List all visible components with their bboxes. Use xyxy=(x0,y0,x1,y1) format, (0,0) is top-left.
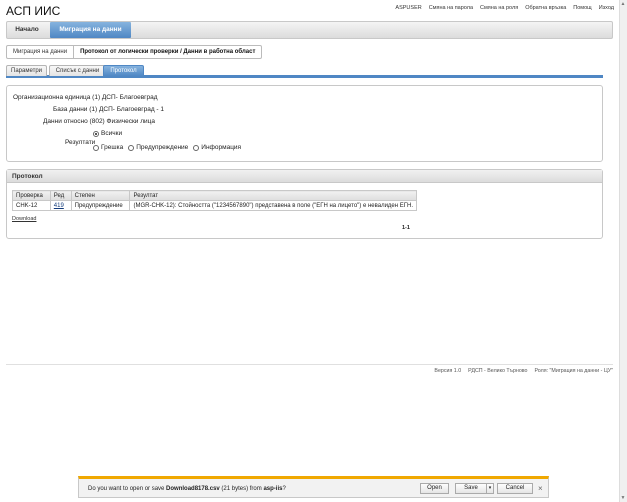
download-filename: Download8178.csv xyxy=(166,486,220,492)
protocol-panel: Протокол Проверка Ред Степен Резултат CH… xyxy=(6,169,603,239)
change-role-link[interactable]: Смяна на роля xyxy=(480,5,518,11)
radio-all-label: Всички xyxy=(101,130,123,137)
save-button[interactable]: Save xyxy=(455,483,487,494)
col-level[interactable]: Степен xyxy=(70,190,131,201)
col-row[interactable]: Ред xyxy=(49,190,72,201)
cell-check: CHK-12 xyxy=(12,200,51,211)
footer: Версия 1.0 РДСП - Велико Търново Роля: "… xyxy=(434,368,613,374)
cell-row-link[interactable]: 419 xyxy=(49,200,72,211)
tab-bar: Параметри Списък с данни Протокол xyxy=(6,65,603,78)
open-button[interactable]: Open xyxy=(420,483,449,494)
table-row: CHK-12 419 Предупреждение (MGR-CHK-12): … xyxy=(12,200,417,211)
col-check[interactable]: Проверка xyxy=(12,190,51,201)
radio-info[interactable]: Информация xyxy=(193,144,241,151)
protocol-title: Протокол xyxy=(7,170,602,183)
nav-home[interactable]: Начало xyxy=(7,22,47,38)
app-title: АСП ИИС xyxy=(6,4,61,18)
tab-protocol[interactable]: Протокол xyxy=(103,65,144,76)
user-link[interactable]: ASPUSER xyxy=(395,5,421,11)
table-header-row: Проверка Ред Степен Резултат xyxy=(12,190,417,201)
app-header: АСП ИИС ASPUSER Смяна на парола Смяна на… xyxy=(0,0,616,18)
top-links: ASPUSER Смяна на парола Смяна на роля Об… xyxy=(395,5,614,11)
close-icon[interactable]: × xyxy=(538,485,543,493)
breadcrumb: Миграция на данни Протокол от логически … xyxy=(6,45,263,59)
radio-warning[interactable]: Предупреждение xyxy=(128,144,188,151)
result-filter-label: Резултати xyxy=(65,139,96,146)
radio-all[interactable]: Всички xyxy=(93,130,122,137)
help-link[interactable]: Помощ xyxy=(573,5,591,11)
main-nav: Начало Миграция на данни xyxy=(6,21,613,39)
download-message-suffix: ? xyxy=(282,486,286,492)
breadcrumb-migration[interactable]: Миграция на данни xyxy=(7,46,75,58)
cell-level: Предупреждение xyxy=(70,200,131,211)
tab-parameters[interactable]: Параметри xyxy=(6,65,47,76)
download-host: asp-iis xyxy=(263,486,283,492)
data-about-field: Данни относно (802) Физически лица xyxy=(43,118,156,125)
radio-error-label: Грешка xyxy=(101,144,124,151)
cell-result: (MGR-CHK-12): Стойността ("1234567890") … xyxy=(129,200,417,211)
download-message-prefix: Do you want to open or save xyxy=(88,486,167,492)
parameters-panel: Организационна единица (1) ДСП- Благоевг… xyxy=(6,85,603,162)
pager: 1-1 xyxy=(402,225,410,231)
footer-divider xyxy=(6,364,613,365)
footer-role: Роля: "Миграция на данни - ЦУ" xyxy=(534,368,614,374)
radio-all-icon[interactable] xyxy=(93,130,99,137)
results-table: Проверка Ред Степен Резултат CHK-12 419 … xyxy=(12,190,417,211)
download-link[interactable]: Download xyxy=(12,216,36,222)
radio-warning-label: Предупреждение xyxy=(136,144,189,151)
org-unit-field: Организационна единица (1) ДСП- Благоевг… xyxy=(13,94,158,101)
radio-group: Грешка Предупреждение Информация xyxy=(93,144,241,151)
scroll-down-icon[interactable]: ▼ xyxy=(620,495,626,501)
col-result[interactable]: Резултат xyxy=(129,190,417,201)
radio-error-icon[interactable] xyxy=(93,144,99,151)
download-notification-bar: Do you want to open or save Download8178… xyxy=(78,476,549,498)
footer-version: Версия 1.0 xyxy=(434,368,462,374)
download-size: (21 bytes) from xyxy=(219,486,264,492)
save-options-chevron-icon[interactable]: ▾ xyxy=(486,483,494,494)
scroll-up-icon[interactable]: ▲ xyxy=(620,1,626,7)
breadcrumb-current: Протокол от логически проверки / Данни в… xyxy=(80,49,256,55)
change-password-link[interactable]: Смяна на парола xyxy=(429,5,473,11)
feedback-link[interactable]: Обратна връзка xyxy=(525,5,566,11)
radio-info-label: Информация xyxy=(201,144,242,151)
nav-data-migration[interactable]: Миграция на данни xyxy=(50,22,131,38)
page-scrollbar[interactable]: ▲ ▼ xyxy=(619,0,627,502)
cancel-button[interactable]: Cancel xyxy=(497,483,533,494)
footer-office: РДСП - Велико Търново xyxy=(468,368,528,374)
radio-error[interactable]: Грешка xyxy=(93,144,123,151)
logout-link[interactable]: Изход xyxy=(599,5,614,11)
download-message: Do you want to open or save Download8178… xyxy=(88,486,286,492)
tab-data-list[interactable]: Списък с данни xyxy=(49,65,106,76)
database-field: База данни (1) ДСП- Благоевград - 1 xyxy=(53,106,165,113)
radio-info-icon[interactable] xyxy=(193,144,200,151)
radio-warning-icon[interactable] xyxy=(128,144,135,151)
